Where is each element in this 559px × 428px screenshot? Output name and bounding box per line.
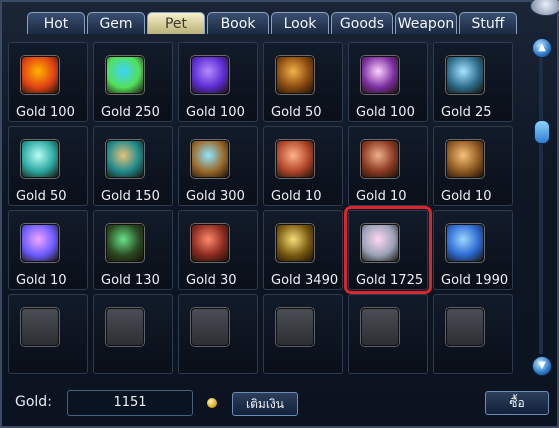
rainbow-crystal-icon [106,56,144,94]
item-price: Gold 300 [186,189,245,204]
scroll-up-button[interactable]: ▲ [532,38,552,58]
empty-item-slot[interactable] [348,294,428,374]
empty-slot-icon [276,308,314,346]
empty-slot-icon [106,308,144,346]
item-price: Gold 25 [441,105,492,120]
empty-slot-icon [21,308,59,346]
item-price: Gold 10 [356,189,407,204]
shop-item-slot[interactable]: Gold 130 [93,210,173,290]
empty-item-slot[interactable] [433,294,513,374]
item-price: Gold 50 [16,189,67,204]
item-price: Gold 250 [101,105,160,120]
empty-item-slot[interactable] [178,294,258,374]
gold-coin-icon [207,398,217,408]
orange-potion-icon [276,56,314,94]
shop-item-slot[interactable]: Gold 50 [263,42,343,122]
item-price: Gold 3490 [271,273,339,288]
shop-item-slot[interactable]: Gold 100 [178,42,258,122]
meat-icon [361,140,399,178]
item-price: Gold 150 [101,189,160,204]
empty-slot-icon [361,308,399,346]
tab-book[interactable]: Book [207,12,269,34]
item-price: Gold 100 [16,105,75,120]
shop-item-slot[interactable]: Gold 150 [93,126,173,206]
shop-item-slot[interactable]: Gold 10 [8,210,88,290]
category-tabs: Hot Gem Pet Book Look Goods Weapon Stuff [27,12,517,36]
item-price: Gold 10 [441,189,492,204]
item-price: Gold 130 [101,273,160,288]
item-price: Gold 1725 [356,273,424,288]
item-price: Gold 100 [186,105,245,120]
tab-look[interactable]: Look [271,12,329,34]
shop-item-slot[interactable]: Gold 250 [93,42,173,122]
tab-goods[interactable]: Goods [331,12,393,34]
shop-item-slot[interactable]: Gold 30 [178,210,258,290]
arrow-up-icon: ▲ [538,42,546,53]
scroll-track[interactable] [539,58,543,354]
item-grid: Gold 100 Gold 250 Gold 100 Gold 50 Gold 100 G… [8,42,516,374]
empty-item-slot[interactable] [263,294,343,374]
gold-bottle-icon [191,140,229,178]
shop-item-slot[interactable]: Gold 1725 [344,206,432,294]
item-price: Gold 10 [16,273,67,288]
shop-item-slot[interactable]: Gold 50 [8,126,88,206]
shop-item-slot[interactable]: Gold 3490 [263,210,343,290]
item-price: Gold 100 [356,105,415,120]
pink-flask-icon [21,224,59,262]
tab-hot[interactable]: Hot [27,12,85,34]
item-price: Gold 10 [271,189,322,204]
scroll-down-button[interactable]: ▼ [532,356,552,376]
teal-bottle-icon [106,140,144,178]
shop-window: Hot Gem Pet Book Look Goods Weapon Stuff Gold 1… [0,0,559,428]
treasure-chest-icon [446,56,484,94]
close-knob-icon[interactable] [530,0,559,16]
cage-icon [361,224,399,262]
tab-weapon[interactable]: Weapon [395,12,457,34]
golden-emblem-icon [276,224,314,262]
shop-item-slot[interactable]: Gold 10 [433,126,513,206]
fire-crystal-icon [21,56,59,94]
empty-slot-icon [191,308,229,346]
arrow-down-icon: ▼ [538,360,546,371]
tab-pet[interactable]: Pet [147,12,205,34]
shop-item-slot[interactable]: Gold 25 [433,42,513,122]
violet-potion-icon [361,56,399,94]
gold-balance-field: 1151 [67,390,193,416]
tab-stuff[interactable]: Stuff [459,12,517,34]
cyan-potion-icon [21,140,59,178]
top-up-button[interactable]: เติมเงิน [232,392,298,416]
empty-item-slot[interactable] [8,294,88,374]
shop-item-slot[interactable]: Gold 100 [348,42,428,122]
blue-map-icon [446,224,484,262]
item-price: Gold 50 [271,105,322,120]
empty-slot-icon [446,308,484,346]
buy-button[interactable]: ซื้อ [485,391,549,415]
scroll-thumb[interactable] [534,120,550,144]
purple-crystal-icon [191,56,229,94]
shell-icon [276,140,314,178]
item-scrollbar[interactable]: ▲ ▼ [530,38,552,378]
empty-item-slot[interactable] [93,294,173,374]
shop-item-slot[interactable]: Gold 10 [263,126,343,206]
green-scroll-icon [106,224,144,262]
mushroom-icon [446,140,484,178]
shop-item-slot[interactable]: Gold 100 [8,42,88,122]
tab-gem[interactable]: Gem [87,12,145,34]
shop-item-slot[interactable]: Gold 10 [348,126,428,206]
item-price: Gold 30 [186,273,237,288]
shop-item-slot[interactable]: Gold 300 [178,126,258,206]
item-price: Gold 1990 [441,273,509,288]
shop-item-slot[interactable]: Gold 1990 [433,210,513,290]
gold-label: Gold: [15,394,52,410]
red-mushroom-icon [191,224,229,262]
